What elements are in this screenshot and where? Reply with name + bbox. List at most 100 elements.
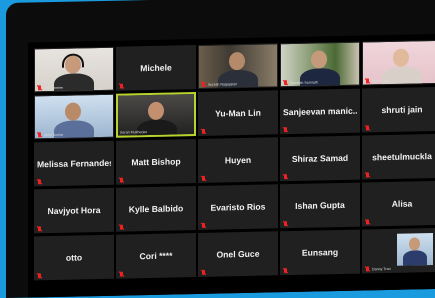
muted-mic-icon	[365, 172, 370, 177]
participant-name: Huyen	[224, 154, 252, 166]
participant-footer: Alex Lermer	[37, 85, 63, 91]
muted-mic-icon	[37, 132, 42, 137]
participant-shoulders	[137, 119, 177, 138]
participant-tile[interactable]: Shiraz Samad	[280, 135, 360, 182]
participant-footer	[201, 223, 206, 228]
participant-name: Shiraz Samad	[291, 152, 349, 165]
participant-face	[148, 101, 164, 121]
participant-tile[interactable]: Onel Guce	[198, 231, 278, 277]
participant-tile[interactable]: Danny Tran	[362, 227, 435, 274]
participant-footer-name: Ramesh Samrath	[290, 79, 318, 85]
muted-mic-icon	[201, 129, 206, 134]
participant-tile[interactable]: Navjyot Hora	[34, 187, 114, 234]
muted-mic-icon	[283, 80, 288, 85]
participant-tile[interactable]: Michele	[116, 45, 196, 91]
participant-tile[interactable]: shruti jain	[362, 86, 435, 133]
participant-footer: Shruti Jain	[365, 78, 389, 84]
monitor-bezel: Alex Lermer Michele Suresh Nagappan Ramesh …	[6, 0, 435, 298]
participant-tile[interactable]: Cori ****	[116, 233, 196, 279]
participant-footer	[119, 272, 124, 277]
zoom-gallery-view: Alex Lermer Michele Suresh Nagappan Ramesh …	[28, 33, 435, 298]
participant-footer: Suresh Nagappan	[201, 81, 237, 87]
participant-tile[interactable]: Matt Bishop	[116, 139, 196, 185]
participant-tile[interactable]: Evaristo Rios	[198, 184, 278, 230]
participant-footer	[201, 176, 206, 181]
participant-grid: Alex Lermer Michele Suresh Nagappan Ramesh …	[34, 39, 435, 281]
muted-mic-icon	[283, 174, 288, 179]
participant-name: Cori ****	[139, 250, 173, 262]
muted-mic-icon	[119, 84, 124, 89]
muted-mic-icon	[37, 273, 42, 278]
participant-tile[interactable]: Alex Lermer	[34, 46, 114, 93]
participant-tile[interactable]: Ramesh Samrath	[280, 41, 360, 88]
muted-mic-icon	[201, 176, 206, 181]
muted-mic-icon	[37, 179, 42, 184]
muted-mic-icon	[201, 82, 206, 87]
participant-tile[interactable]: Alisa	[362, 180, 435, 227]
participant-footer	[201, 270, 206, 275]
participant-tile[interactable]: Huyen	[198, 137, 278, 183]
muted-mic-icon	[365, 125, 370, 130]
participant-face	[229, 51, 245, 71]
participant-footer	[201, 129, 206, 134]
muted-mic-icon	[365, 78, 370, 83]
participant-footer: Danny Tran	[365, 266, 391, 272]
muted-mic-icon	[37, 85, 42, 90]
participant-tile[interactable]: Eunsang	[280, 229, 360, 276]
participant-tile[interactable]: Kylle Balbido	[116, 186, 196, 232]
participant-footer	[283, 174, 288, 179]
participant-footer	[283, 127, 288, 132]
participant-tile[interactable]: Suresh Nagappan	[198, 43, 278, 89]
participant-tile[interactable]: Shruti Jain	[362, 39, 435, 86]
muted-mic-icon	[119, 178, 124, 183]
participant-name: sheetulmuckla	[372, 151, 432, 163]
participant-footer: Sarah Mukherjee	[120, 130, 147, 135]
participant-footer	[37, 179, 42, 184]
participant-name: shruti jain	[381, 104, 423, 116]
participant-tile[interactable]: Akhil Kumar	[34, 93, 114, 140]
participant-footer-name: Suresh Nagappan	[208, 81, 237, 87]
participant-footer-name: Sarah Mukherjee	[120, 130, 148, 135]
participant-name: Yu-Man Lin	[215, 107, 261, 119]
participant-name: Navjyot Hora	[47, 205, 101, 217]
participant-footer-name: Danny Tran	[372, 266, 391, 271]
participant-tile[interactable]: Melissa Fernandes	[34, 140, 114, 187]
participant-footer	[283, 221, 288, 226]
participant-tile[interactable]: sheetulmuckla	[362, 133, 435, 180]
participant-face	[65, 102, 81, 121]
muted-mic-icon	[283, 221, 288, 226]
participant-footer	[37, 226, 42, 231]
participant-tile[interactable]: Yu-Man Lin	[198, 90, 278, 136]
participant-name: Michele	[140, 62, 172, 74]
participant-footer-name: Alex Lermer	[44, 85, 64, 90]
muted-mic-icon	[365, 266, 370, 271]
participant-tile[interactable]: Sarah Mukherjee	[116, 92, 196, 138]
participant-footer	[119, 225, 124, 230]
muted-mic-icon	[283, 268, 288, 273]
muted-mic-icon	[201, 270, 206, 275]
muted-mic-icon	[201, 223, 206, 228]
participant-name: Melissa Fernandes	[37, 157, 111, 170]
participant-name: Alisa	[391, 198, 413, 209]
participant-name: otto	[65, 252, 83, 263]
participant-name: Matt Bishop	[131, 156, 181, 168]
participant-name: Eunsang	[301, 247, 339, 258]
participant-name: Evaristo Rios	[210, 201, 266, 213]
participant-footer	[283, 268, 288, 273]
participant-footer	[365, 125, 370, 130]
participant-footer: Akhil Kumar	[37, 132, 63, 138]
participant-face	[409, 237, 420, 251]
participant-name: Sanjeevan manic...	[283, 105, 357, 118]
participant-footer-name: Akhil Kumar	[44, 132, 64, 137]
participant-footer-name: Shruti Jain	[372, 78, 389, 83]
participant-footer	[119, 178, 124, 183]
participant-tile[interactable]: Sanjeevan manic...	[280, 88, 360, 135]
participant-shoulders	[403, 250, 427, 266]
participant-footer	[119, 84, 124, 89]
headphones-icon	[62, 53, 84, 68]
participant-footer: Ramesh Samrath	[283, 79, 318, 85]
participant-face	[393, 48, 409, 67]
participant-tile[interactable]: Ishan Gupta	[280, 182, 360, 229]
participant-footer	[365, 219, 370, 224]
participant-tile[interactable]: otto	[34, 234, 114, 281]
